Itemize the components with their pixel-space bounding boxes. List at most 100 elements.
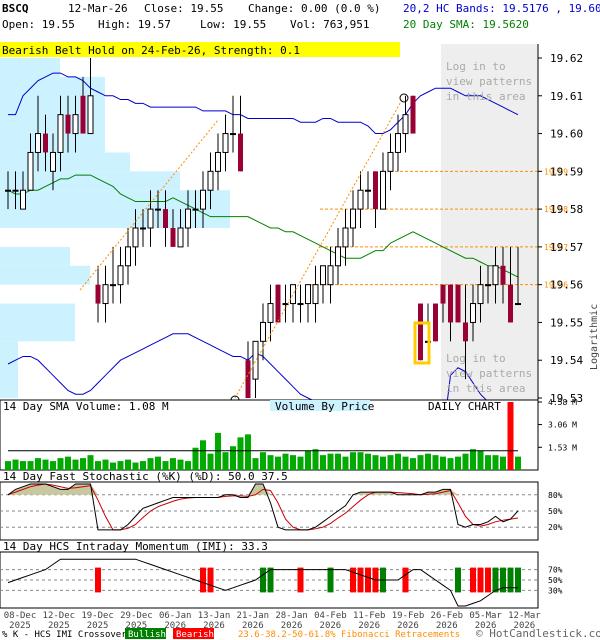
bullish-label: Bullish (128, 630, 166, 640)
bullish-marker-5 (492, 567, 499, 593)
ohlc-body-57 (433, 303, 438, 342)
volume-bar-3 (27, 461, 34, 470)
open-label: Open: 19.55 (2, 18, 75, 31)
ohlc-body-68 (515, 303, 521, 306)
imi-axis: 70%50%30% (548, 566, 563, 596)
ohlc-bar-46 (350, 190, 356, 247)
ohlc-bar-29 (222, 114, 229, 172)
volume-bar-35 (267, 455, 274, 470)
imi-panel: 70%50%30% 14 Day HCS Intraday Momentum (… (0, 540, 563, 609)
price-tick-label-2: 19.60 (550, 128, 583, 141)
ohlc-body-9 (72, 114, 79, 135)
change-label: Change: 0.00 (0.0 %) (248, 2, 380, 15)
ohlc-body-0 (5, 189, 11, 192)
bearish-marker-8 (402, 567, 409, 593)
date-label-1: 12-Dec (43, 611, 76, 621)
date-label-2: 19-Dec (81, 611, 114, 621)
ohlc-body-22 (170, 228, 176, 247)
date-label-4: 06-Jan (159, 611, 192, 621)
bands-label: 20,2 HC Bands: 19.5176 , 19.6065 (403, 2, 600, 15)
volume-bar-36 (275, 456, 281, 470)
ohlc-bar-12 (95, 265, 101, 323)
volume-bar-53 (402, 456, 409, 470)
ohlc-body-18 (140, 227, 146, 230)
ohlc-bar-60 (455, 284, 461, 323)
ohlc-body-38 (290, 284, 296, 305)
volume-bar-51 (387, 455, 394, 470)
ohlc-body-58 (440, 284, 446, 304)
crossover-label: % K - HCS IMI Crossover: (2, 630, 132, 640)
ohlc-body-62 (470, 303, 476, 323)
ohlc-bar-51 (387, 133, 394, 191)
sto-tick-label-1: 50% (548, 507, 563, 516)
volume-bar-33 (252, 458, 259, 470)
date-label: 12-Mar-26 (68, 2, 128, 15)
copyright[interactable]: © HotCandlestick.com (476, 627, 600, 640)
ohlc-bar-30 (230, 95, 236, 153)
vbp-bar-5 (0, 246, 70, 266)
date-label-13: 12-Mar (508, 611, 541, 621)
ohlc-body-25 (192, 208, 199, 211)
ohlc-body-53 (402, 114, 409, 135)
ohlc-body-60 (455, 284, 461, 323)
date-label-9: 11-Feb (353, 611, 386, 621)
bullish-marker-2 (327, 567, 334, 593)
date-label-7: 28-Jan (275, 611, 308, 621)
ohlc-body-12 (95, 284, 101, 304)
ohlc-body-42 (320, 265, 326, 286)
volume-bar-47 (357, 452, 364, 470)
date-label-12: 05-Mar (469, 611, 502, 621)
vbp-bar-7 (0, 303, 75, 342)
volume-bar-17 (132, 462, 139, 470)
bullish-marker-4 (455, 567, 461, 593)
login-line-2: view patterns (446, 75, 532, 88)
ohlc-bar-15 (117, 246, 124, 304)
bearish-marker-1 (200, 567, 206, 593)
ohlc-body-41 (312, 284, 319, 305)
volume-tick-label-0: 4.58 M (548, 398, 577, 407)
ohlc-body-19 (147, 208, 154, 229)
ohlc-body-26 (200, 189, 206, 210)
volume-bar-34 (260, 452, 266, 470)
ohlc-body-4 (35, 133, 41, 153)
date-label-6: 21-Jan (237, 611, 270, 621)
ohlc-body-8 (65, 114, 71, 134)
ohlc-body-55 (418, 303, 423, 361)
volume-tick-label-1: 3.06 M (548, 421, 577, 430)
vbp-bar-6 (0, 265, 90, 285)
daily-chart-label: DAILY CHART (428, 400, 501, 413)
ohlc-bar-35 (267, 284, 274, 342)
ohlc-body-1 (12, 189, 19, 192)
volume-bar-28 (215, 432, 221, 470)
ohlc-body-16 (125, 246, 131, 267)
bearish-marker-6 (365, 567, 371, 593)
volume-bar-60 (455, 456, 461, 470)
bearish-marker-9 (470, 567, 476, 593)
ohlc-body-27 (207, 170, 214, 191)
ohlc-body-32 (245, 360, 251, 398)
ohlc-body-24 (185, 208, 191, 229)
ohlc-bar-52 (395, 114, 401, 172)
sto-tick-label-2: 20% (548, 523, 563, 532)
volume-bar-67 (507, 402, 514, 470)
bearish-marker-0 (95, 567, 101, 593)
login-line-3b: in this area (446, 382, 525, 395)
volume-bar-31 (237, 437, 244, 470)
login-line-3: in this area (446, 90, 525, 103)
vbp-bar-2 (0, 152, 130, 172)
volume-bar-6 (50, 461, 56, 470)
ohlc-bar-42 (320, 265, 326, 304)
log-scale-label: Logarithmic (589, 304, 600, 370)
volume-bar-10 (80, 458, 86, 470)
volume-bar-4 (35, 458, 41, 470)
ohlc-body-54 (410, 95, 416, 134)
stochastic-axis: 80% 50% 20% (548, 491, 563, 532)
volume-bar-20 (155, 456, 161, 470)
ohlc-body-65 (492, 265, 499, 286)
pattern-banner[interactable]: Bearish Belt Hold on 24-Feb-26, Strength… (2, 44, 300, 57)
imi-tick-label-0: 70% (548, 566, 563, 575)
ohlc-body-47 (357, 189, 364, 210)
volume-bar-50 (380, 456, 386, 470)
volume-axis: 4.58 M 3.06 M 1.53 M (538, 398, 577, 452)
ohlc-body-39 (297, 303, 304, 306)
